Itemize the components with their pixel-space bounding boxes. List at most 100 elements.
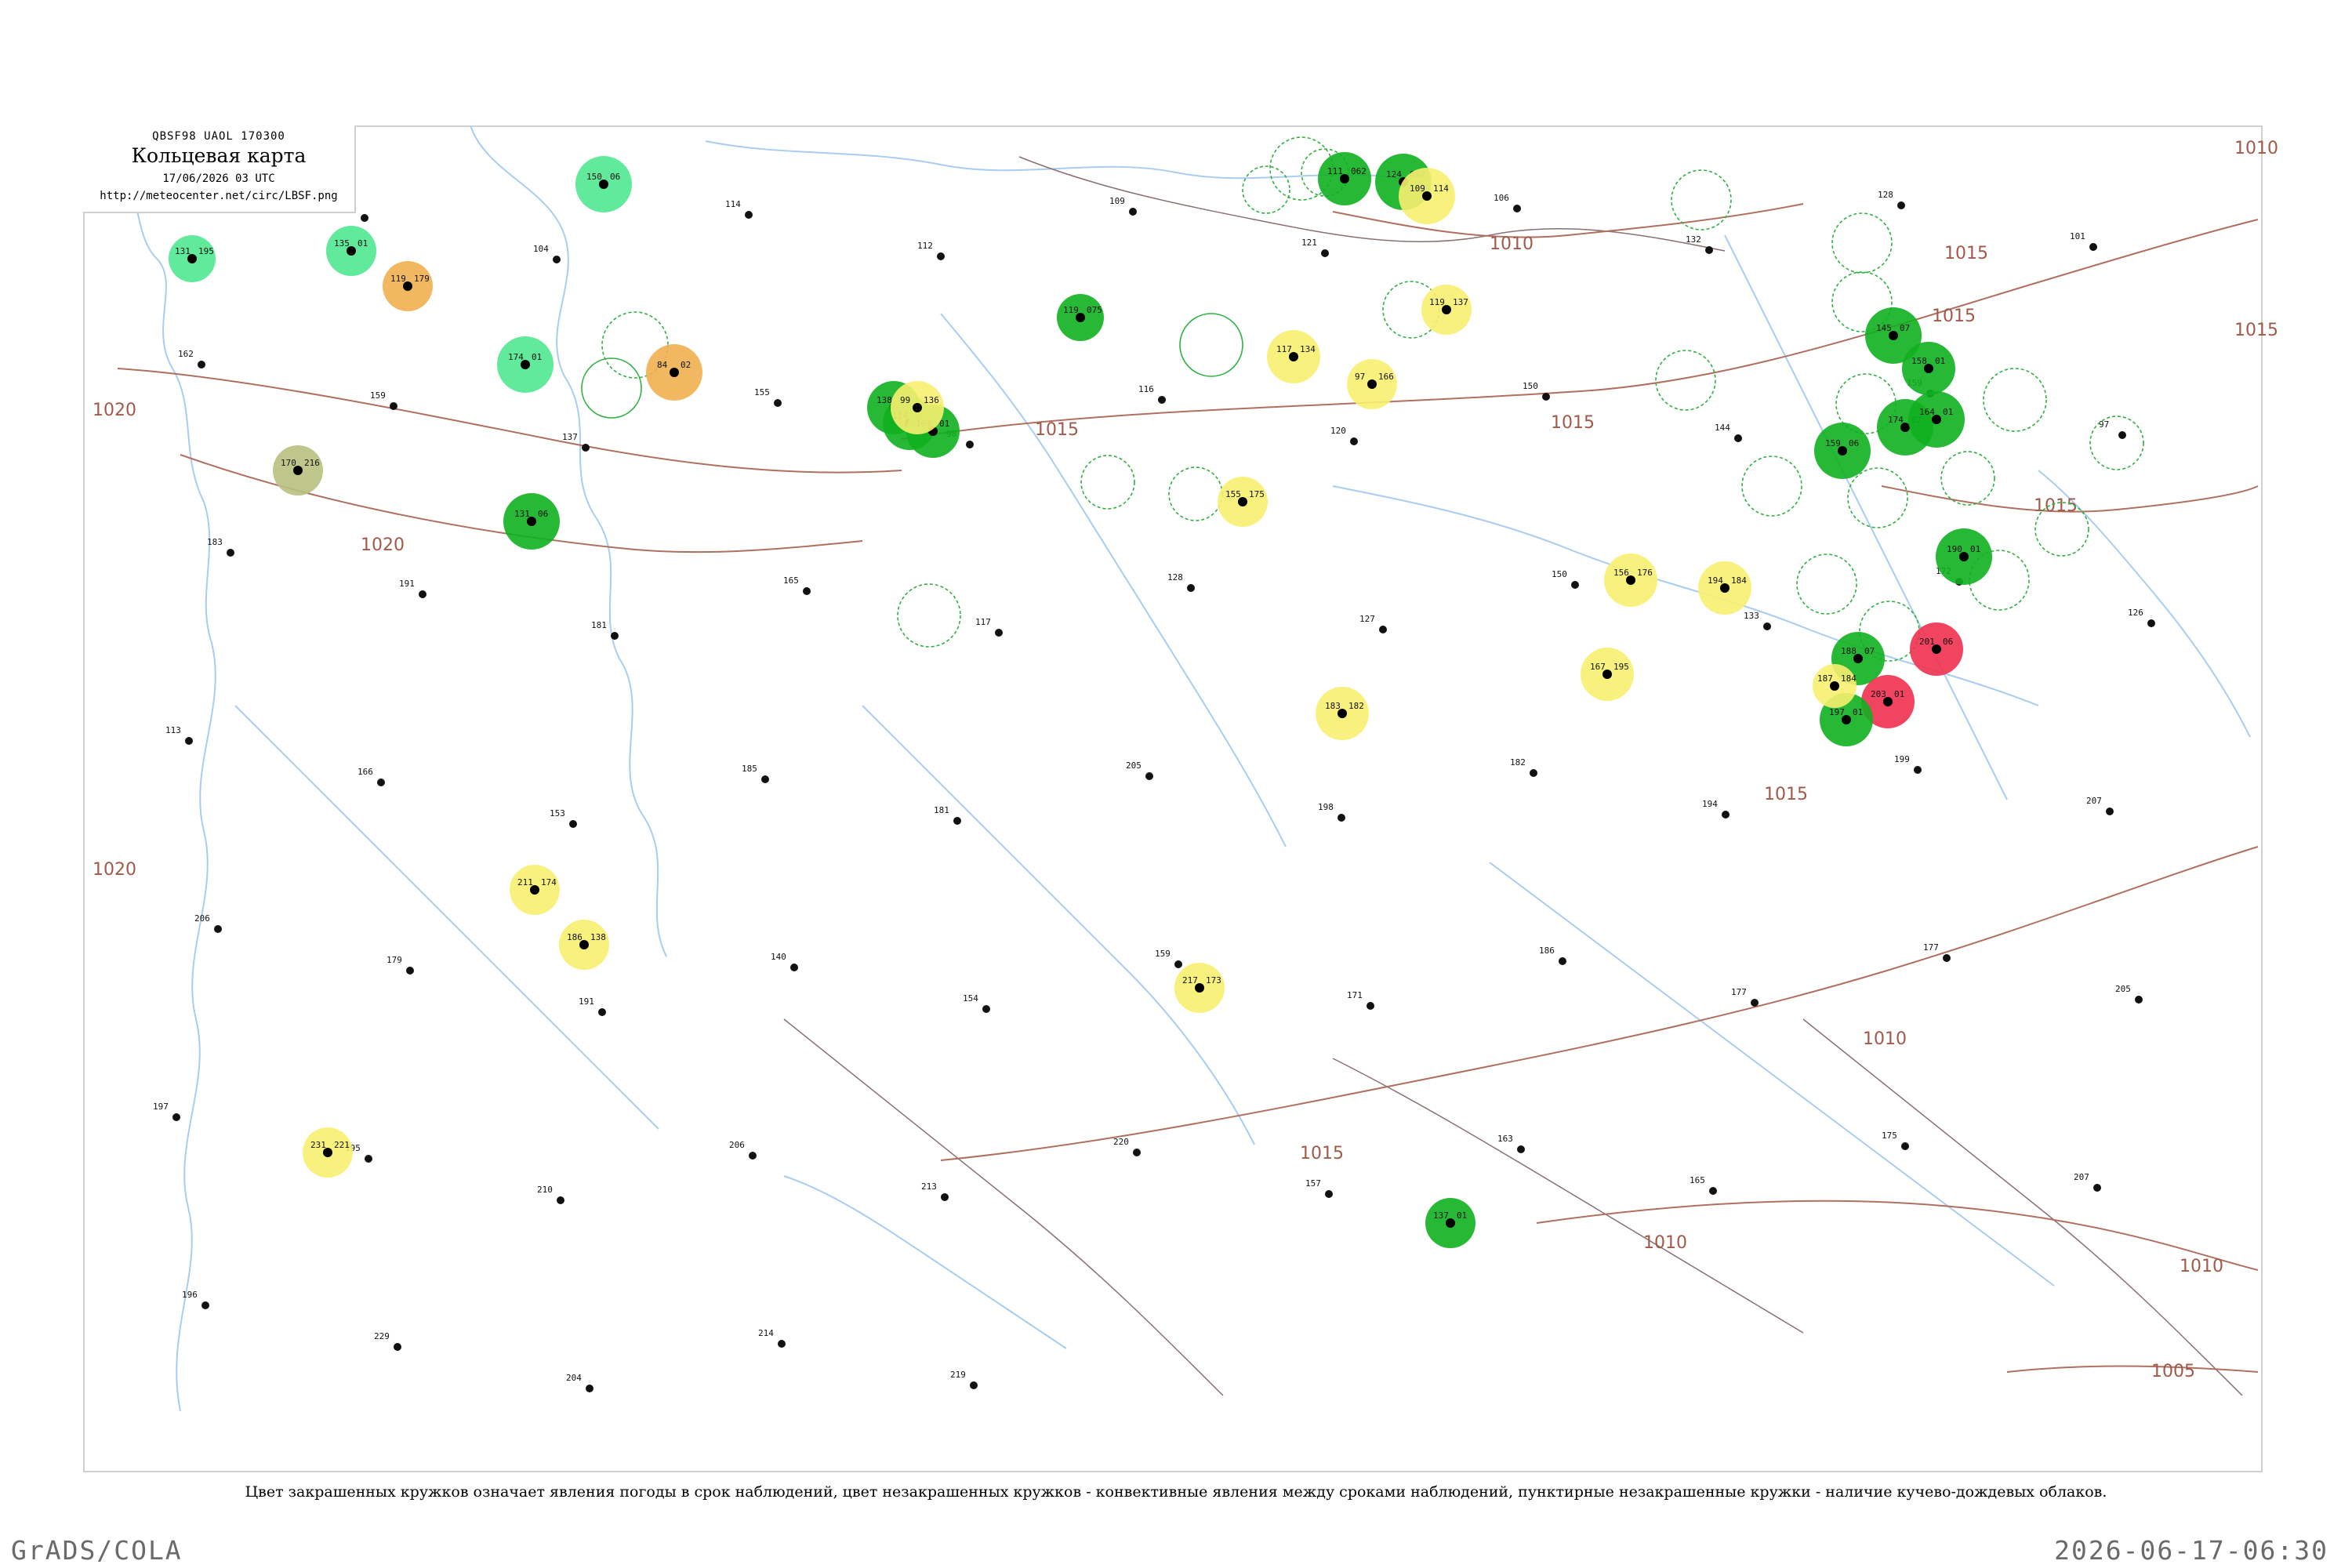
station-value: 165 [783,575,799,586]
cumulonimbus-outline-circle [1796,554,1857,615]
river-5 [1489,862,2055,1287]
station-value: 159 [370,390,386,401]
bulletin-code: QBSF98 UAOL 170300 [152,130,285,143]
station-value: 075 [1087,305,1102,315]
cumulonimbus-outline-circle [1080,455,1135,510]
station-value: 166 [1378,372,1394,382]
station-value: 101 [2070,231,2085,241]
station-marker [569,820,577,828]
station-value: 210 [537,1185,553,1195]
station-value: 184 [1731,575,1747,586]
borders [783,156,2243,1396]
station-value: 162 [178,349,194,359]
station-value: 184 [1841,673,1857,684]
weather-circle: 174 01 [497,336,554,393]
isobar-label: 1015 [1764,785,1808,804]
map-title: Кольцевая карта [131,144,307,167]
station-value: 144 [1715,423,1730,433]
station-value: 203 [1871,689,1886,699]
weather-circle: 156 176 [1604,554,1657,607]
station-marker [557,1196,564,1204]
station-value: 113 [165,725,181,735]
weather-circle: 119 075 [1057,294,1104,341]
station-marker [1709,1187,1717,1195]
station-value: 136 [924,395,939,405]
station-marker [201,1301,209,1309]
station-value: 062 [1351,166,1367,176]
station-value: 131 [175,246,191,256]
station-marker [406,967,414,975]
river-4 [234,705,659,1130]
station-marker [1174,960,1182,968]
station-value: 119 [1429,297,1445,307]
station-value: 211 [517,877,533,887]
station-value: 124 [1386,169,1402,180]
station-value: 185 [742,764,757,774]
station-value: 121 [1301,238,1317,248]
footer-timestamp: 2026-06-17-06:30 [2054,1535,2328,1566]
station-marker [1517,1145,1525,1153]
cumulonimbus-outline-circle [1831,212,1893,274]
station-value: 213 [921,1181,937,1192]
isobar-1005 [2006,1365,2259,1373]
station-value: 181 [591,620,607,630]
station-value: 104 [533,244,549,254]
weather-circle: 155 175 [1218,477,1268,527]
station-value: 140 [771,952,786,962]
station-value: 176 [1637,568,1653,578]
station-marker [2118,431,2126,439]
station-value: 197 [153,1102,169,1112]
cumulonimbus-outline-circle [1242,165,1290,214]
weather-circle: 137 01 [1425,1198,1475,1248]
station-marker [966,441,974,448]
station-marker [598,1008,606,1016]
coastline-north [705,140,1412,181]
weather-circle: 167 195 [1581,648,1634,701]
station-value: 194 [1702,799,1718,809]
station-value: 219 [950,1370,966,1380]
station-marker [1158,396,1166,404]
station-value: 191 [399,579,415,589]
station-marker [2106,808,2114,815]
border-4 [1802,1018,2243,1396]
source-url[interactable]: http://meteocenter.net/circ/LBSF.png [83,190,354,202]
weather-circle: 109 114 [1399,168,1455,224]
station-value: 181 [934,805,949,815]
station-marker [982,1005,990,1013]
lake-shore-1 [783,1175,1067,1349]
station-marker [1722,811,1730,818]
station-value: 182 [1510,757,1526,768]
station-value: 137 [1453,297,1468,307]
station-marker [1145,772,1153,780]
station-marker [1350,437,1358,445]
station-marker [582,444,590,452]
station-marker [1325,1190,1333,1198]
weather-circle: 164 01 [1908,391,1965,448]
station-value: 166 [358,767,373,777]
station-value: 177 [1731,987,1747,997]
station-marker [1513,205,1521,212]
station-value: 117 [1276,344,1292,354]
station-marker [803,587,811,595]
station-value: 229 [374,1331,390,1341]
station-value: 01 [1853,707,1863,717]
station-value: 196 [182,1290,198,1300]
station-value: 07 [1900,323,1910,333]
cumulonimbus-outline-circle [1940,451,1995,506]
station-value: 206 [729,1140,745,1150]
station-value: 150 [1523,381,1538,391]
station-value: 114 [725,199,741,209]
station-marker [394,1343,401,1351]
station-marker [227,549,234,557]
isobar-label: 1005 [2151,1362,2195,1381]
station-value: 170 [281,458,296,468]
isobar-label: 1010 [1643,1233,1687,1253]
station-marker [995,629,1003,637]
station-value: 145 [1876,323,1892,333]
station-value: 159 [1155,949,1171,959]
station-marker [1559,957,1566,965]
station-value: 177 [1923,942,1939,953]
station-value: 01 [358,238,368,249]
station-value: 127 [1359,614,1375,624]
station-value: 97 [1355,372,1365,382]
